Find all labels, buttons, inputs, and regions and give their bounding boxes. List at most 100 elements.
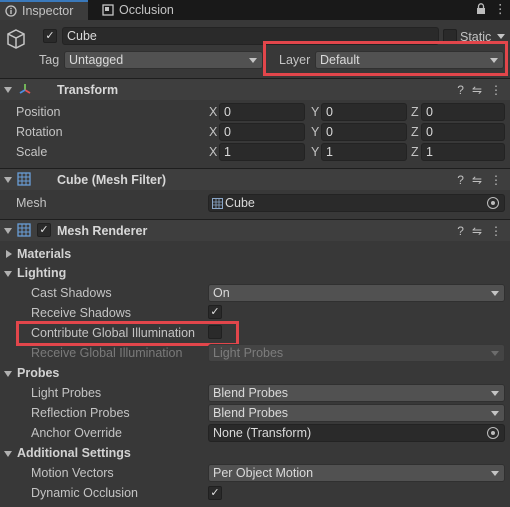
light-probes-label: Light Probes <box>31 386 102 400</box>
tag-dropdown[interactable]: Untagged <box>64 51 263 69</box>
presets-icon[interactable]: ⇋ <box>472 172 482 188</box>
foldout-expanded-icon[interactable] <box>4 87 12 93</box>
chevron-down-icon <box>491 391 499 396</box>
object-name-value: Cube <box>67 29 97 43</box>
presets-icon[interactable]: ⇋ <box>472 223 482 239</box>
position-y-field[interactable]: 0 <box>321 103 407 121</box>
mesh-label: Mesh <box>16 196 47 210</box>
additional-settings-foldout[interactable]: Additional Settings <box>17 445 131 461</box>
position-z-field[interactable]: 0 <box>421 103 505 121</box>
chevron-down-icon <box>491 291 499 296</box>
cast-shadows-dropdown[interactable]: On <box>208 284 505 302</box>
axis-x-label[interactable]: X <box>209 123 217 141</box>
lock-icon[interactable] <box>476 3 486 15</box>
more-icon[interactable]: ⋮ <box>490 172 502 188</box>
receive-gi-label: Receive Global Illumination <box>31 346 183 360</box>
axis-z-label[interactable]: Z <box>411 103 419 121</box>
info-icon <box>5 5 17 17</box>
light-probes-dropdown[interactable]: Blend Probes <box>208 384 505 402</box>
mesh-renderer-enabled-checkbox[interactable]: ✓ <box>37 223 51 237</box>
chevron-down-icon <box>491 351 499 356</box>
mesh-renderer-grid-icon <box>17 223 31 237</box>
static-dropdown-arrow-icon[interactable] <box>497 34 505 39</box>
reflection-probes-label: Reflection Probes <box>31 406 130 420</box>
foldout-expanded-icon[interactable] <box>4 371 12 377</box>
axis-y-label[interactable]: Y <box>311 143 319 161</box>
motion-vectors-dropdown[interactable]: Per Object Motion <box>208 464 505 482</box>
help-icon[interactable]: ? <box>457 82 464 98</box>
dynamic-occlusion-checkbox[interactable]: ✓ <box>208 486 222 500</box>
axis-z-label[interactable]: Z <box>411 123 419 141</box>
scale-label: Scale <box>16 145 48 159</box>
tab-occlusion[interactable]: Occlusion <box>97 0 197 20</box>
motion-vectors-label: Motion Vectors <box>31 466 114 480</box>
tag-label: Tag <box>39 53 60 67</box>
mesh-renderer-header[interactable]: ✓ Mesh Renderer ? ⇋ ⋮ <box>0 219 510 241</box>
contribute-gi-checkbox[interactable] <box>208 325 222 339</box>
object-picker-icon[interactable] <box>487 197 499 209</box>
foldout-expanded-icon[interactable] <box>4 228 12 234</box>
help-icon[interactable]: ? <box>457 223 464 239</box>
axis-x-label[interactable]: X <box>209 103 217 121</box>
component-header-icons: ? ⇋ ⋮ <box>457 82 502 98</box>
transform-title: Transform <box>57 83 119 97</box>
receive-gi-dropdown: Light Probes <box>208 344 505 362</box>
anchor-override-label: Anchor Override <box>31 426 123 440</box>
mesh-filter-title: Cube (Mesh Filter) <box>57 173 167 187</box>
anchor-override-field[interactable]: None (Transform) <box>208 424 505 442</box>
mesh-filter-header[interactable]: Cube (Mesh Filter) ? ⇋ ⋮ <box>0 168 510 190</box>
mesh-filter-grid-icon <box>17 172 31 186</box>
tag-value: Untagged <box>69 53 124 67</box>
receive-shadows-label: Receive Shadows <box>31 306 132 320</box>
dynamic-occlusion-label: Dynamic Occlusion <box>31 486 138 500</box>
more-icon[interactable]: ⋮ <box>490 223 502 239</box>
layer-dropdown[interactable]: Default <box>315 51 504 69</box>
axis-y-label[interactable]: Y <box>311 123 319 141</box>
rotation-y-field[interactable]: 0 <box>321 123 407 141</box>
layer-label: Layer <box>279 53 311 67</box>
receive-shadows-checkbox[interactable]: ✓ <box>208 305 222 319</box>
axis-y-label[interactable]: Y <box>311 103 319 121</box>
tab-occlusion-label: Occlusion <box>119 3 174 17</box>
help-icon[interactable]: ? <box>457 172 464 188</box>
object-active-checkbox[interactable]: ✓ <box>43 29 57 43</box>
transform-icon <box>19 84 31 94</box>
component-header-icons: ? ⇋ ⋮ <box>457 172 502 188</box>
position-label: Position <box>16 105 61 119</box>
tab-bar: Inspector Occlusion ⋮ <box>0 0 510 20</box>
layer-value: Default <box>320 53 360 67</box>
probes-foldout[interactable]: Probes <box>17 365 59 381</box>
foldout-expanded-icon[interactable] <box>4 271 12 277</box>
transform-header[interactable]: Transform ? ⇋ ⋮ <box>0 78 510 100</box>
lighting-foldout[interactable]: Lighting <box>17 265 66 281</box>
materials-foldout[interactable]: Materials <box>17 246 71 262</box>
component-header-icons: ? ⇋ ⋮ <box>457 223 502 239</box>
scale-x-field[interactable]: 1 <box>219 143 305 161</box>
object-picker-icon[interactable] <box>487 427 499 439</box>
presets-icon[interactable]: ⇋ <box>472 82 482 98</box>
chevron-down-icon <box>491 411 499 416</box>
tab-menu-icon[interactable]: ⋮ <box>494 1 507 17</box>
contribute-gi-label: Contribute Global Illumination <box>31 326 195 340</box>
rotation-label: Rotation <box>16 125 63 139</box>
rotation-z-field[interactable]: 0 <box>421 123 505 141</box>
mesh-renderer-title: Mesh Renderer <box>57 224 148 238</box>
chevron-down-icon <box>490 58 498 63</box>
scale-y-field[interactable]: 1 <box>321 143 407 161</box>
chevron-down-icon <box>491 471 499 476</box>
tab-inspector[interactable]: Inspector <box>0 0 88 20</box>
rotation-x-field[interactable]: 0 <box>219 123 305 141</box>
axis-x-label[interactable]: X <box>209 143 217 161</box>
foldout-collapsed-icon[interactable] <box>6 250 12 258</box>
foldout-expanded-icon[interactable] <box>4 177 12 183</box>
gameobject-cube-icon <box>7 29 25 49</box>
occlusion-icon <box>102 4 114 16</box>
scale-z-field[interactable]: 1 <box>421 143 505 161</box>
reflection-probes-dropdown[interactable]: Blend Probes <box>208 404 505 422</box>
axis-z-label[interactable]: Z <box>411 143 419 161</box>
foldout-expanded-icon[interactable] <box>4 451 12 457</box>
position-x-field[interactable]: 0 <box>219 103 305 121</box>
more-icon[interactable]: ⋮ <box>490 82 502 98</box>
chevron-down-icon <box>249 58 257 63</box>
mesh-object-field[interactable]: Cube <box>208 194 505 212</box>
